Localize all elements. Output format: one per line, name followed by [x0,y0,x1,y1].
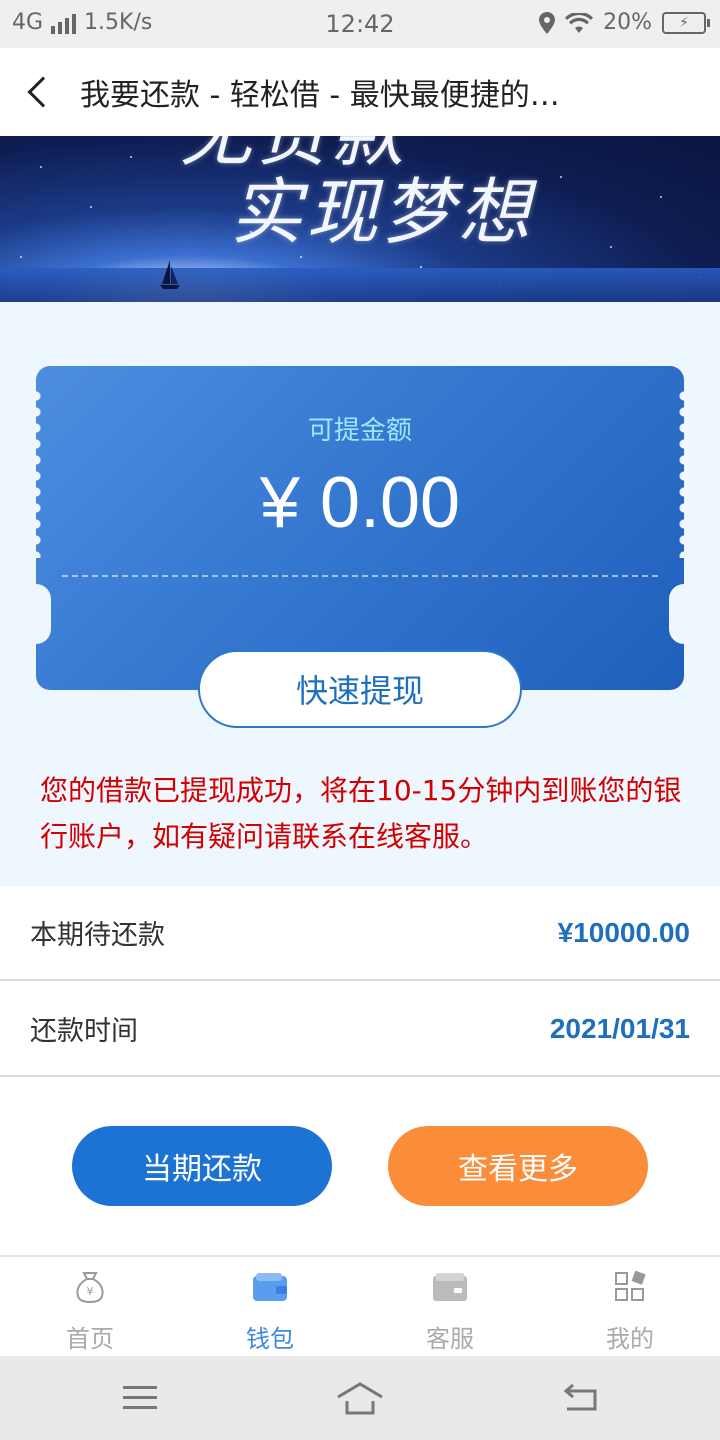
menu-nav-button[interactable] [110,1378,170,1418]
view-more-button[interactable]: 查看更多 [388,1126,648,1206]
available-amount-label: 可提金额 [307,416,412,446]
banner-sea [0,268,720,302]
repay-current-button[interactable]: 当期还款 [72,1126,332,1206]
due-amount-label: 本期待还款 [30,920,165,951]
home-nav-button[interactable] [330,1378,390,1418]
page-header: 我要还款 - 轻松借 - 最快最便捷的… [0,48,720,136]
withdraw-notice: 您的借款已提现成功，将在10-15分钟内到账您的银行账户，如有疑问请联系在线客服… [40,774,682,853]
banner-line1: 无贷款 [180,136,408,170]
due-amount-row: 本期待还款 ¥10000.00 [0,886,720,981]
status-right: 20% ⚡ [539,10,710,35]
repay-date-row: 还款时间 2021/01/31 [0,982,720,1077]
battery-icon: ⚡ [662,11,710,34]
card-notch-left [21,584,51,644]
tab-service[interactable]: 客服 [360,1257,540,1356]
battery-percent: 20% [603,10,652,35]
back-button[interactable] [0,48,80,136]
home-icon [337,1382,383,1415]
repay-date-label: 还款时间 [30,1016,138,1047]
wifi-icon [565,12,594,33]
tab-service-label: 客服 [426,1325,474,1353]
chevron-left-icon [27,76,59,108]
tab-mine[interactable]: 我的 [540,1257,720,1356]
tab-home[interactable]: ¥ 首页 [0,1257,180,1356]
status-bar: 4G 1.5K/s 12:42 20% ⚡ [0,0,720,48]
money-bag-icon: ¥ [72,1269,108,1305]
location-icon [539,11,556,34]
card-notch-right [669,584,699,644]
svg-text:¥: ¥ [87,1285,94,1298]
back-nav-button[interactable] [550,1378,610,1418]
available-amount-value: ¥ 0.00 [259,463,461,543]
main-panel: 可提金额 ¥ 0.00 快速提现 您的借款已提现成功，将在10-15分钟内到账您… [0,302,720,886]
repay-date-value: 2021/01/31 [549,1012,690,1044]
sailboat-icon [160,260,180,289]
profile-grid-icon [612,1269,648,1305]
wallet-icon [252,1269,288,1305]
tab-home-label: 首页 [66,1325,114,1353]
balance-card: 可提金额 ¥ 0.00 [21,366,699,690]
quick-withdraw-button[interactable]: 快速提现 [198,650,522,728]
service-icon [432,1269,468,1305]
system-nav-bar [0,1356,720,1440]
return-icon [563,1383,597,1411]
banner-image: 无贷款 实现梦想 [0,136,720,302]
banner-line2: 实现梦想 [230,170,535,254]
bottom-tab-bar: ¥ 首页 钱包 客服 我的 [0,1255,720,1356]
tab-wallet[interactable]: 钱包 [180,1257,360,1356]
page-title: 我要还款 - 轻松借 - 最快最便捷的… [80,78,560,113]
due-amount-value: ¥10000.00 [557,916,690,948]
tab-mine-label: 我的 [606,1325,654,1353]
tab-wallet-label: 钱包 [246,1325,294,1353]
menu-icon [123,1386,157,1409]
card-divider [62,575,658,577]
